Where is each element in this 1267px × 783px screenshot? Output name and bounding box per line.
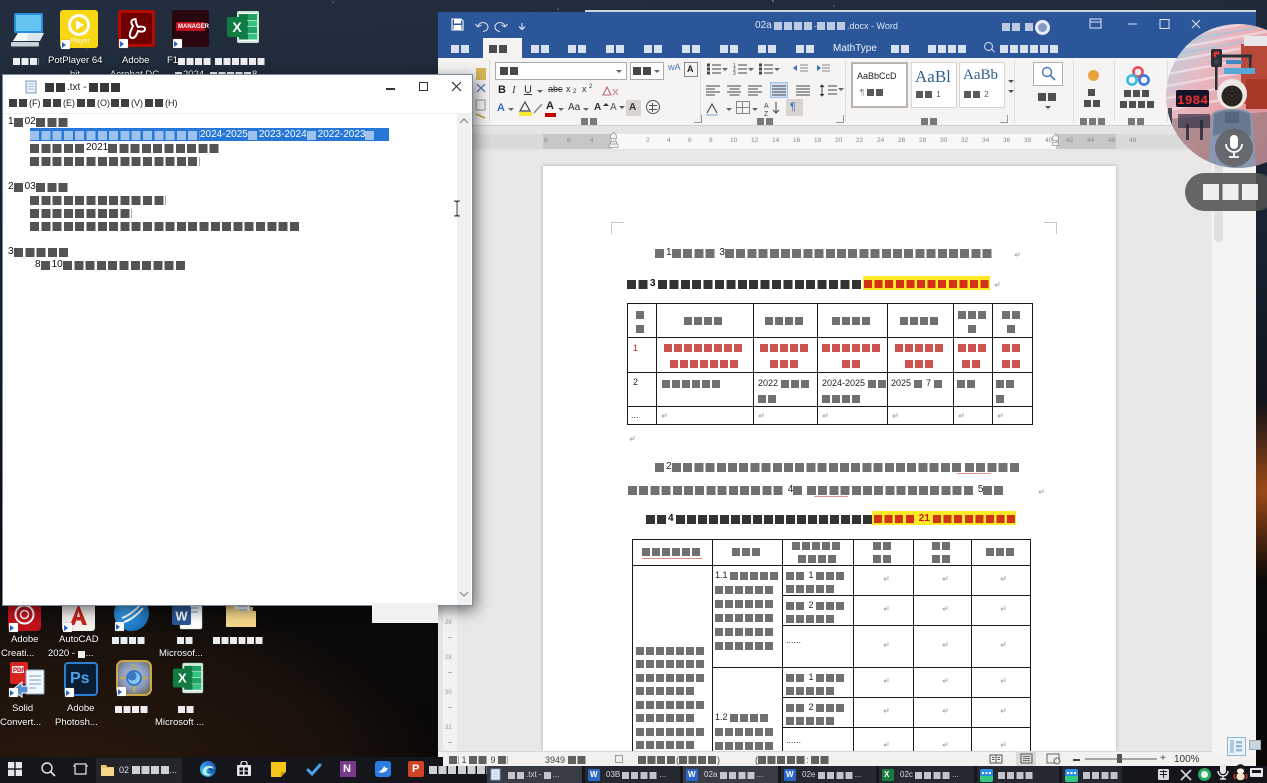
- svg-text:X: X: [232, 19, 242, 35]
- svg-text:W: W: [175, 609, 188, 624]
- svg-text:3: 3: [733, 71, 736, 76]
- svg-text:1984: 1984: [1177, 93, 1208, 108]
- svg-text:A: A: [764, 103, 769, 110]
- svg-text:Z: Z: [764, 111, 769, 116]
- svg-text:PDF: PDF: [13, 668, 25, 674]
- svg-text:X: X: [178, 671, 187, 686]
